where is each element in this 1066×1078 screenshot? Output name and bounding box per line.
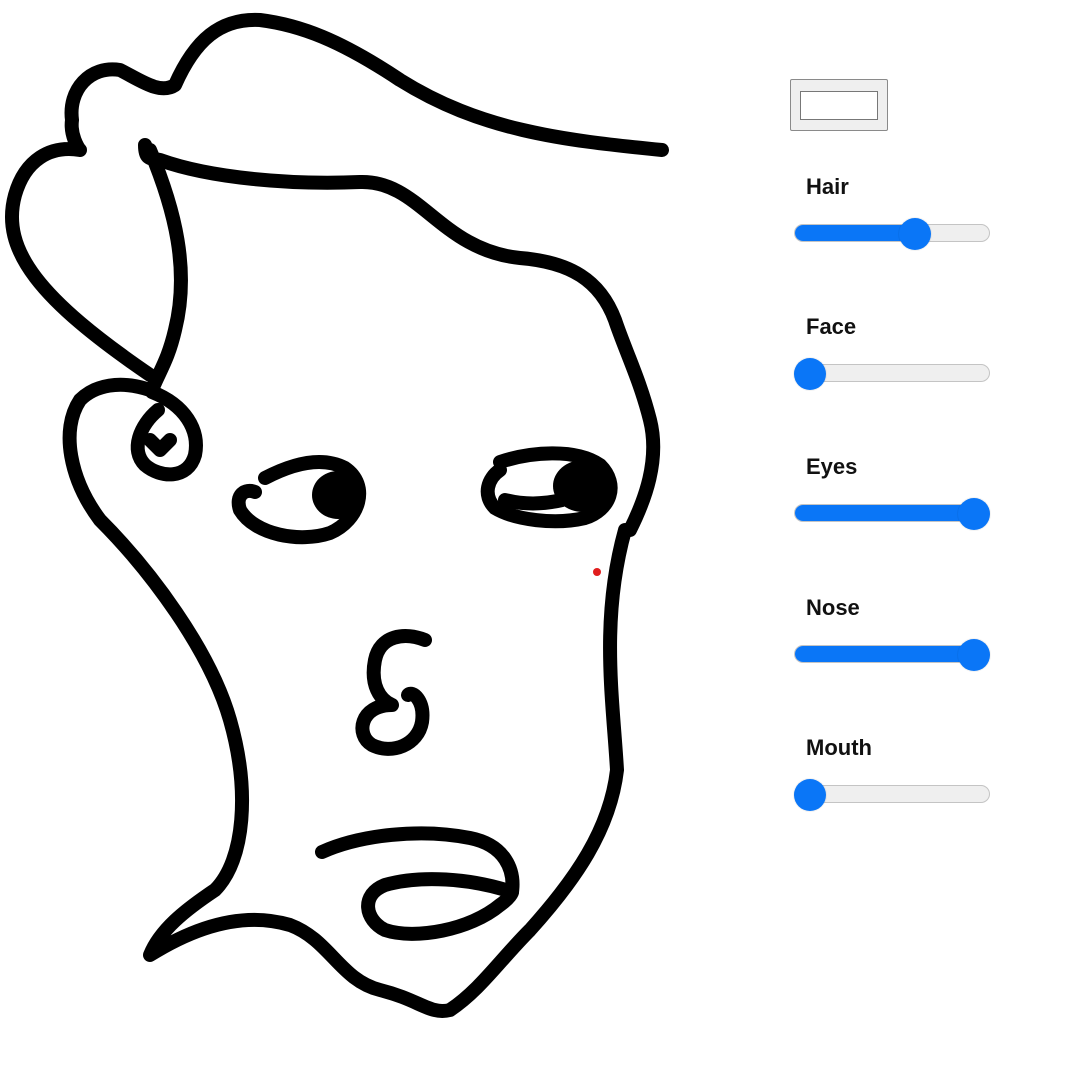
slider-fill <box>795 646 975 662</box>
hair-label: Hair <box>806 174 849 199</box>
slider-thumb[interactable] <box>958 498 990 530</box>
cursor-marker <box>593 568 601 576</box>
mouth-slider[interactable] <box>794 779 990 811</box>
hair-strand-stroke <box>143 143 188 397</box>
slider-thumb[interactable] <box>794 358 826 390</box>
mouth-lower-stroke <box>361 872 519 941</box>
app-stage: Hair Face Eyes Nose Mouth <box>0 0 1066 1078</box>
nose-stroke <box>355 629 432 756</box>
ear-curl-stroke <box>130 385 203 482</box>
face-drawing-canvas[interactable] <box>0 0 720 1078</box>
left-eye-pupil <box>312 471 364 519</box>
face-label: Face <box>806 314 857 339</box>
color-picker-button[interactable] <box>790 79 888 131</box>
nose-label: Nose <box>806 595 860 620</box>
slider-fill <box>795 225 916 241</box>
slider-thumb[interactable] <box>898 218 931 250</box>
ear-notch-stroke <box>143 433 177 457</box>
face-slider[interactable] <box>794 358 990 390</box>
hair-slider[interactable] <box>794 218 990 250</box>
nose-slider[interactable] <box>794 639 990 671</box>
slider-thumb[interactable] <box>958 639 990 671</box>
eyes-label: Eyes <box>806 454 858 479</box>
hair-stroke <box>4 12 669 382</box>
slider-track <box>794 224 990 242</box>
right-eye-lid <box>498 493 569 511</box>
mouth-label: Mouth <box>806 735 872 760</box>
slider-fill <box>795 505 975 521</box>
slider-thumb[interactable] <box>794 779 826 811</box>
eyes-slider[interactable] <box>794 498 990 530</box>
color-swatch <box>800 91 878 120</box>
